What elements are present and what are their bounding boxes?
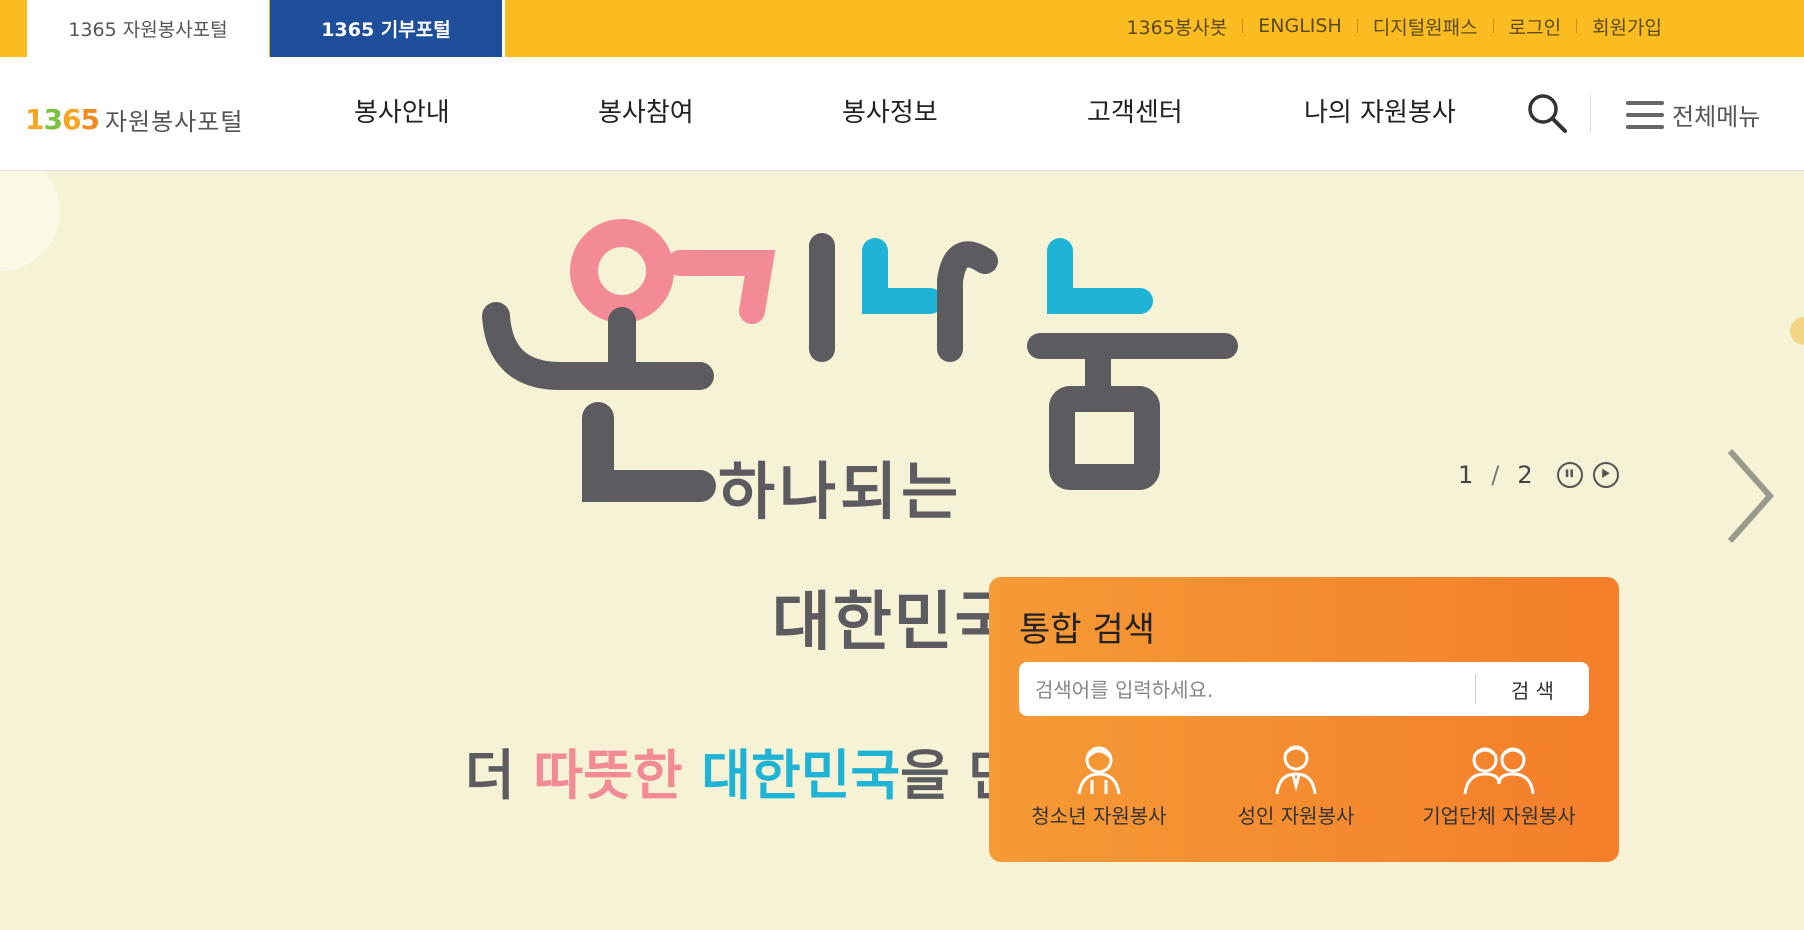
logo-text: 자원봉사포털: [104, 107, 244, 136]
tab-divider: [502, 0, 505, 57]
category-group[interactable]: 기업단체 자원봉사: [1409, 742, 1589, 829]
all-menu-label: 전체메뉴: [1672, 103, 1761, 131]
menu-customer-center[interactable]: 고객센터: [1087, 92, 1183, 129]
banner-country: 대한민국: [772, 586, 1016, 660]
slide-pager: 1 / 2: [1458, 461, 1619, 489]
play-icon[interactable]: [1592, 462, 1619, 488]
separator: [1492, 19, 1494, 33]
slogan-part-korea: 대한민국: [701, 744, 901, 807]
slogan-part-warm: 따뜻한: [533, 744, 702, 807]
link-english[interactable]: ENGLISH: [1258, 15, 1341, 37]
slide-separator: /: [1491, 461, 1500, 489]
separator: [1242, 19, 1244, 33]
category-youth-label: 청소년 자원봉사: [1031, 804, 1167, 828]
main-nav: 1365 자원봉사포털 봉사안내 봉사참여 봉사정보 고객센터 나의 자원봉사 …: [0, 57, 1804, 171]
tab-donation-portal[interactable]: 1365 기부포털: [270, 0, 502, 57]
category-adult[interactable]: 성인 자원봉사: [1216, 742, 1376, 829]
all-menu-button[interactable]: 전체메뉴: [1626, 97, 1760, 132]
menu-my-volunteer[interactable]: 나의 자원봉사: [1304, 92, 1456, 129]
banner-subtitle: 하나되는: [718, 455, 963, 528]
separator: [1576, 19, 1578, 33]
category-youth[interactable]: 청소년 자원봉사: [1019, 742, 1179, 829]
slide-current: 1: [1458, 461, 1474, 489]
slide-total: 2: [1517, 461, 1533, 489]
youth-icon: [1077, 746, 1121, 795]
search-input[interactable]: [1033, 662, 1477, 718]
search-submit-button[interactable]: 검 색: [1476, 662, 1589, 716]
category-group-label: 기업단체 자원봉사: [1422, 804, 1576, 828]
separator: [1356, 19, 1358, 33]
search-panel-title: 통합 검색: [1019, 610, 1155, 650]
tab-volunteer-portal[interactable]: 1365 자원봉사포털: [27, 0, 269, 57]
link-login[interactable]: 로그인: [1509, 13, 1561, 40]
link-chatbot[interactable]: 1365봉사봇: [1126, 13, 1227, 40]
pause-icon[interactable]: [1556, 462, 1583, 488]
chevron-right-icon[interactable]: [1720, 446, 1780, 546]
search-panel: 통합 검색 검 색 청소년 자원봉사 성인 자원봉사: [989, 577, 1619, 862]
menu-service-info[interactable]: 봉사정보: [842, 92, 938, 129]
category-adult-label: 성인 자원봉사: [1237, 804, 1355, 828]
logo-number: 1365: [25, 102, 100, 136]
link-signup[interactable]: 회원가입: [1592, 13, 1662, 40]
nav-divider: [1590, 95, 1591, 133]
site-logo[interactable]: 1365 자원봉사포털: [25, 99, 243, 139]
search-icon[interactable]: [1525, 91, 1569, 135]
adult-icon: [1275, 745, 1317, 795]
top-bar: 1365 자원봉사포털 1365 기부포털 1365봉사봇 ENGLISH 디지…: [0, 0, 1804, 57]
slogan-part: 더: [465, 744, 534, 807]
hamburger-icon: [1626, 99, 1664, 131]
menu-service-guide[interactable]: 봉사안내: [354, 92, 450, 129]
group-icon: [1463, 747, 1535, 795]
search-box: 검 색: [1019, 662, 1589, 718]
menu-participation[interactable]: 봉사참여: [598, 92, 694, 129]
link-digital-onepass[interactable]: 디지털원패스: [1373, 13, 1478, 40]
utility-links: 1365봉사봇 ENGLISH 디지털원패스 로그인 회원가입: [1126, 0, 1662, 52]
